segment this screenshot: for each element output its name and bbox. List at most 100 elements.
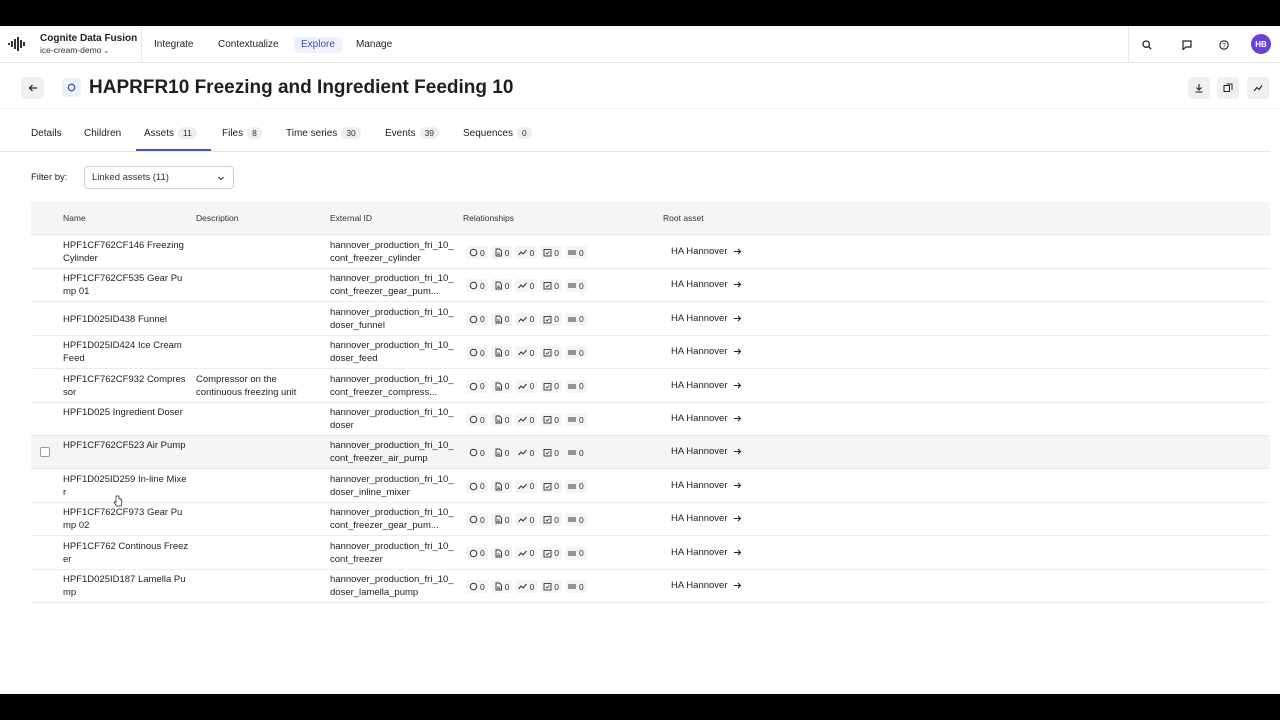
rel-timeseries[interactable]: 0 [515,446,538,460]
nav-manage[interactable]: Manage [349,37,399,53]
rel-assets[interactable]: 0 [466,446,488,460]
root-asset-link[interactable]: HA Hannover [671,279,742,290]
asset-name[interactable]: HPF1D025ID187 Lamella Pump [63,573,189,599]
cognite-logo-icon[interactable] [8,37,26,51]
rel-timeseries[interactable]: 0 [515,479,538,493]
rel-files[interactable]: 0 [490,513,513,527]
root-asset-link[interactable]: HA Hannover [671,413,742,424]
table-row[interactable]: HPF1D025ID259 In-line Mixer hannover_prod… [31,470,1270,503]
rel-assets[interactable]: 0 [466,246,488,259]
chart-button[interactable] [1247,77,1269,99]
project-selector[interactable]: ice-cream-demo ⌄ [40,45,137,57]
nav-contextualize[interactable]: Contextualize [211,37,286,53]
rel-files[interactable]: 0 [490,479,513,493]
rel-files[interactable]: 0 [490,413,513,426]
download-button[interactable] [1188,77,1210,99]
asset-name[interactable]: HPF1D025ID438 Funnel [63,313,189,326]
rel-assets[interactable]: 0 [466,312,488,326]
asset-name[interactable]: HPF1CF762 Continous Freezer [63,540,189,566]
asset-name[interactable]: HPF1D025 Ingredient Doser [63,406,189,419]
rel-assets[interactable]: 0 [466,346,488,360]
table-row[interactable]: HPF1D025 Ingredient Doser hannover_produc… [31,403,1270,436]
help-icon[interactable]: ? [1216,37,1232,53]
root-asset-link[interactable]: HA Hannover [671,246,742,257]
rel-assets[interactable]: 0 [466,479,488,493]
rel-sequences[interactable]: 0 [564,513,587,527]
nav-explore[interactable]: Explore [294,37,342,53]
rel-timeseries[interactable]: 0 [515,546,538,560]
asset-name[interactable]: HPF1CF762CF973 Gear Pump 02 [63,506,189,532]
rel-assets[interactable]: 0 [466,413,488,426]
column-header-name[interactable]: Name [63,213,86,223]
rel-timeseries[interactable]: 0 [515,413,538,426]
rel-events[interactable]: 0 [540,546,562,560]
rel-events[interactable]: 0 [540,413,562,426]
asset-name[interactable]: HPF1D025ID259 In-line Mixer [63,473,189,499]
rel-events[interactable]: 0 [540,479,562,493]
asset-name[interactable]: HPF1CF762CF535 Gear Pump 01 [63,272,189,298]
root-asset-link[interactable]: HA Hannover [671,580,742,591]
rel-timeseries[interactable]: 0 [515,246,538,259]
copy-button[interactable] [1217,77,1239,99]
rel-files[interactable]: 0 [490,379,513,393]
rel-sequences[interactable]: 0 [564,413,587,426]
rel-timeseries[interactable]: 0 [515,513,538,527]
column-header-root-asset[interactable]: Root asset [663,213,704,223]
rel-assets[interactable]: 0 [466,546,488,560]
column-header-description[interactable]: Description [196,213,239,223]
rel-sequences[interactable]: 0 [564,580,587,593]
tab-time-series[interactable]: Time series 30 [286,125,361,151]
rel-events[interactable]: 0 [540,379,562,393]
rel-events[interactable]: 0 [540,246,562,259]
rel-files[interactable]: 0 [490,246,513,259]
rel-assets[interactable]: 0 [466,513,488,527]
rel-sequences[interactable]: 0 [564,546,587,560]
rel-files[interactable]: 0 [490,312,513,326]
rel-files[interactable]: 0 [490,446,513,460]
rel-sequences[interactable]: 0 [564,246,587,259]
column-header-external-id[interactable]: External ID [330,213,372,223]
rel-timeseries[interactable]: 0 [515,279,538,293]
rel-sequences[interactable]: 0 [564,279,587,293]
asset-name[interactable]: HPF1CF762CF146 Freezing Cylinder [63,239,189,265]
root-asset-link[interactable]: HA Hannover [671,346,742,357]
rel-timeseries[interactable]: 0 [515,580,538,593]
rel-assets[interactable]: 0 [466,279,488,293]
table-row[interactable]: HPF1D025ID438 Funnel hannover_production_… [31,303,1270,336]
asset-name[interactable]: HPF1CF762CF932 Compressor [63,373,189,399]
rel-files[interactable]: 0 [490,546,513,560]
rel-events[interactable]: 0 [540,446,562,460]
rel-events[interactable]: 0 [540,513,562,527]
rel-sequences[interactable]: 0 [564,312,587,326]
rel-sequences[interactable]: 0 [564,479,587,493]
table-row[interactable]: HPF1CF762CF973 Gear Pump 02 hannover_prod… [31,503,1270,537]
asset-name[interactable]: HPF1D025ID424 Ice Cream Feed [63,339,189,365]
rel-sequences[interactable]: 0 [564,446,587,460]
rel-timeseries[interactable]: 0 [515,346,538,360]
avatar[interactable]: HB [1251,34,1271,54]
search-icon[interactable] [1139,37,1155,53]
table-row[interactable]: HPF1CF762 Continous Freezer hannover_prod… [31,537,1270,570]
feedback-icon[interactable] [1179,37,1195,53]
asset-name[interactable]: HPF1CF762CF523 Air Pump [63,439,189,452]
tab-children[interactable]: Children [84,125,121,151]
root-asset-link[interactable]: HA Hannover [671,380,742,391]
rel-timeseries[interactable]: 0 [515,379,538,393]
tab-sequences[interactable]: Sequences 0 [463,125,532,151]
table-row[interactable]: HPF1D025ID424 Ice Cream Feed hannover_pro… [31,336,1270,370]
rel-sequences[interactable]: 0 [564,379,587,393]
root-asset-link[interactable]: HA Hannover [671,547,742,558]
rel-timeseries[interactable]: 0 [515,312,538,326]
rel-events[interactable]: 0 [540,312,562,326]
back-button[interactable] [21,77,44,99]
table-row[interactable]: HPF1CF762CF523 Air Pump hannover_producti… [31,436,1270,470]
table-row[interactable]: HPF1D025ID187 Lamella Pump hannover_produ… [31,570,1270,603]
root-asset-link[interactable]: HA Hannover [671,513,742,524]
rel-files[interactable]: 0 [490,346,513,360]
rel-files[interactable]: 0 [490,580,513,593]
row-checkbox[interactable] [40,447,50,458]
rel-assets[interactable]: 0 [466,379,488,393]
tab-details[interactable]: Details [31,125,62,151]
tab-assets[interactable]: Assets 11 [136,125,211,151]
tab-files[interactable]: Files 8 [222,125,262,151]
